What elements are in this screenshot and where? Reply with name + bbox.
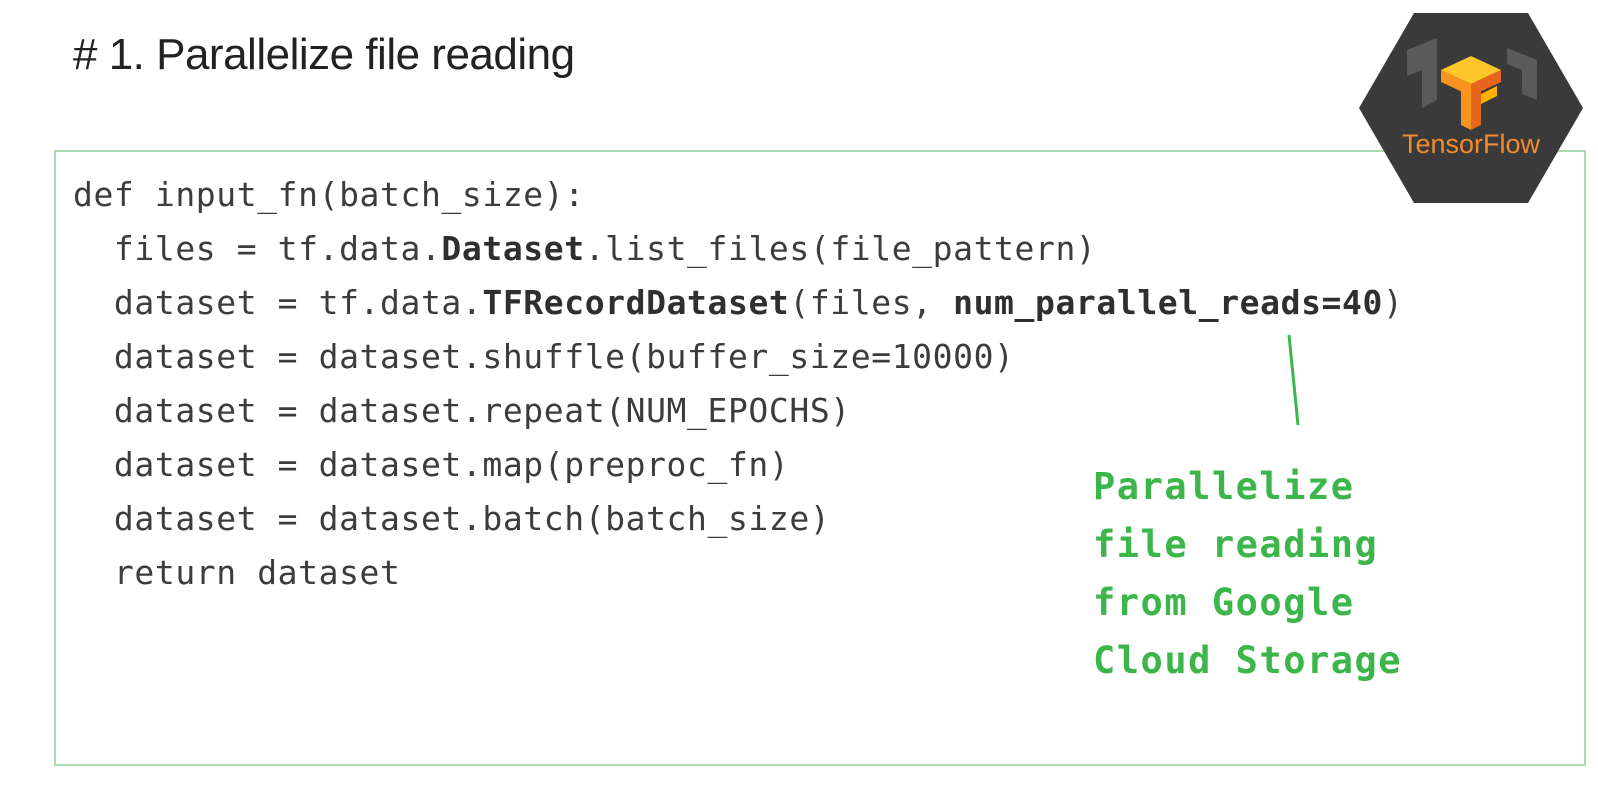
code-text: dataset = dataset.repeat(NUM_EPOCHS) xyxy=(73,391,851,430)
code-text: def input_fn(batch_size): xyxy=(73,175,585,214)
code-text: files = tf.data. xyxy=(73,229,442,268)
annotation-line: from Google xyxy=(1093,581,1355,624)
code-text: dataset = dataset.shuffle(buffer_size=10… xyxy=(73,337,1015,376)
code-text: return dataset xyxy=(73,553,401,592)
code-line: dataset = dataset.repeat(NUM_EPOCHS) xyxy=(73,384,1403,438)
code-line: dataset = dataset.shuffle(buffer_size=10… xyxy=(73,330,1403,384)
tensorflow-logo-icon: TensorFlow xyxy=(1359,13,1583,203)
annotation-line: Parallelize xyxy=(1093,465,1355,508)
code-text: dataset = dataset.batch(batch_size) xyxy=(73,499,831,538)
code-text: .list_files(file_pattern) xyxy=(584,229,1097,268)
annotation-line: file reading xyxy=(1093,523,1379,566)
slide-title: # 1. Parallelize file reading xyxy=(73,30,575,79)
code-keyword: num_parallel_reads=40 xyxy=(953,283,1383,322)
annotation-line: Cloud Storage xyxy=(1093,639,1403,682)
code-text: ) xyxy=(1382,283,1404,322)
code-line: def input_fn(batch_size): xyxy=(73,168,1403,222)
code-text: dataset = tf.data. xyxy=(73,283,483,322)
code-line: dataset = tf.data.TFRecordDataset(files,… xyxy=(73,276,1403,330)
code-text: dataset = dataset.map(preproc_fn) xyxy=(73,445,790,484)
annotation-note: Parallelize file reading from Google Cloud … xyxy=(1093,458,1402,690)
logo-label: TensorFlow xyxy=(1402,129,1541,159)
code-text: (files, xyxy=(789,283,954,322)
code-line: files = tf.data.Dataset.list_files(file_… xyxy=(73,222,1403,276)
code-keyword: TFRecordDataset xyxy=(482,283,790,322)
code-keyword: Dataset xyxy=(441,229,585,268)
